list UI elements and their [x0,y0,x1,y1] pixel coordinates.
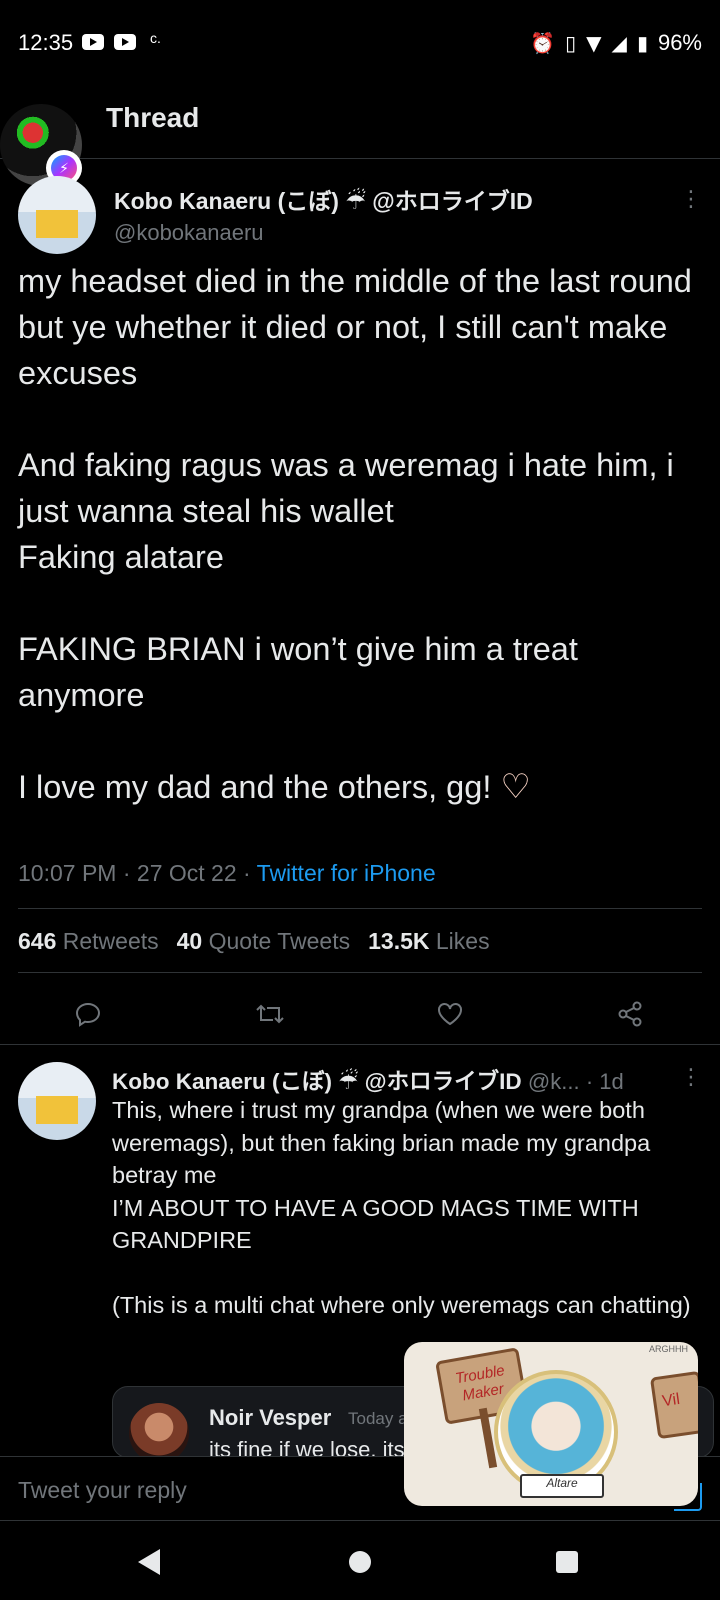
retweets-label: Retweets [62,928,159,954]
divider [18,908,702,909]
back-icon[interactable] [138,1549,160,1575]
author-avatar[interactable] [18,176,96,254]
status-time: 12:35 [18,30,74,55]
quotes-stat[interactable]: 40 Quote Tweets [177,928,350,955]
wifi-icon: ▼ [586,31,602,55]
tweet-stats: 646 Retweets 40 Quote Tweets 13.5K Likes [18,928,490,955]
pip-corner-tag: ARGHHH [648,1344,688,1354]
quotes-count: 40 [176,928,203,954]
more-icon[interactable]: ⋮ [680,1064,702,1090]
quote-author-name: Noir Vesper [209,1405,332,1430]
reply-age: · 1d [585,1069,624,1094]
youtube-icon [114,34,136,50]
tweet-source-link[interactable]: Twitter for iPhone [257,860,436,886]
vibrate-icon: ▯ [565,31,577,55]
alarm-icon: ⏰ [530,31,556,55]
heart-hands-emoji: ♡ [500,768,531,806]
reply-icon[interactable] [64,990,112,1038]
retweets-stat[interactable]: 646 Retweets [18,928,159,955]
author-name[interactable]: Kobo Kanaeru (こぼ) ☔ @ホロライブID [114,182,533,216]
system-nav-bar [0,1521,720,1600]
quote-avatar [129,1403,189,1457]
youtube-icon [82,34,104,50]
app-header: Thread [0,88,720,159]
tweet-body: my headset died in the middle of the las… [18,263,692,805]
divider [18,972,702,973]
more-icon[interactable]: ⋮ [680,186,702,212]
tweet-actions [0,990,720,1042]
share-icon[interactable] [606,990,654,1038]
status-right: ⏰ ▯ ▼ ◢ ▮ 96% [530,30,702,56]
like-icon[interactable] [426,990,474,1038]
likes-stat[interactable]: 13.5K Likes [368,928,489,955]
reply-input[interactable]: Tweet your reply [18,1477,187,1504]
reply-name-text: Kobo Kanaeru (こぼ) ☔ @ホロライブID [112,1069,522,1094]
reply-text: This, where i trust my grandpa (when we … [112,1097,691,1318]
tweet-date: 27 Oct 22 [136,860,237,886]
battery-icon: ▮ [636,31,648,55]
retweet-icon[interactable] [246,990,294,1038]
quote-time: Today a [348,1409,408,1428]
author-handle[interactable]: @kobokanaeru [114,220,264,246]
recents-icon[interactable] [556,1551,578,1573]
quote-text: its fine if we lose, its [209,1437,405,1458]
picture-in-picture-video[interactable]: ARGHHH Trouble Maker Vil Altare [404,1342,698,1506]
home-icon[interactable] [349,1551,371,1573]
likes-count: 13.5K [368,928,430,954]
divider [0,1044,720,1045]
reply-author-handle: @k... [527,1069,580,1094]
signal-icon: ◢ [611,31,627,55]
battery-percent: 96% [657,30,702,55]
reply-author-name[interactable]: Kobo Kanaeru (こぼ) ☔ @ホロライブID @k... · 1d [112,1064,624,1096]
tweet-time: 10:07 PM [18,860,117,886]
name-ribbon: Altare [520,1474,604,1498]
status-bar: 12:35 c. ⏰ ▯ ▼ ◢ ▮ 96% [0,0,720,88]
tweet-text: my headset died in the middle of the las… [18,258,708,810]
retweets-count: 646 [18,928,57,954]
likes-label: Likes [435,928,490,954]
page-title: Thread [106,102,200,133]
reply-author-avatar[interactable] [18,1062,96,1140]
tweet-meta: 10:07 PM · 27 Oct 22 · Twitter for iPhon… [18,860,436,886]
quotes-label: Quote Tweets [208,928,351,954]
status-extra: c. [150,30,161,46]
side-sign: Vil [649,1370,698,1440]
side-sign-text: Vil [661,1390,681,1411]
